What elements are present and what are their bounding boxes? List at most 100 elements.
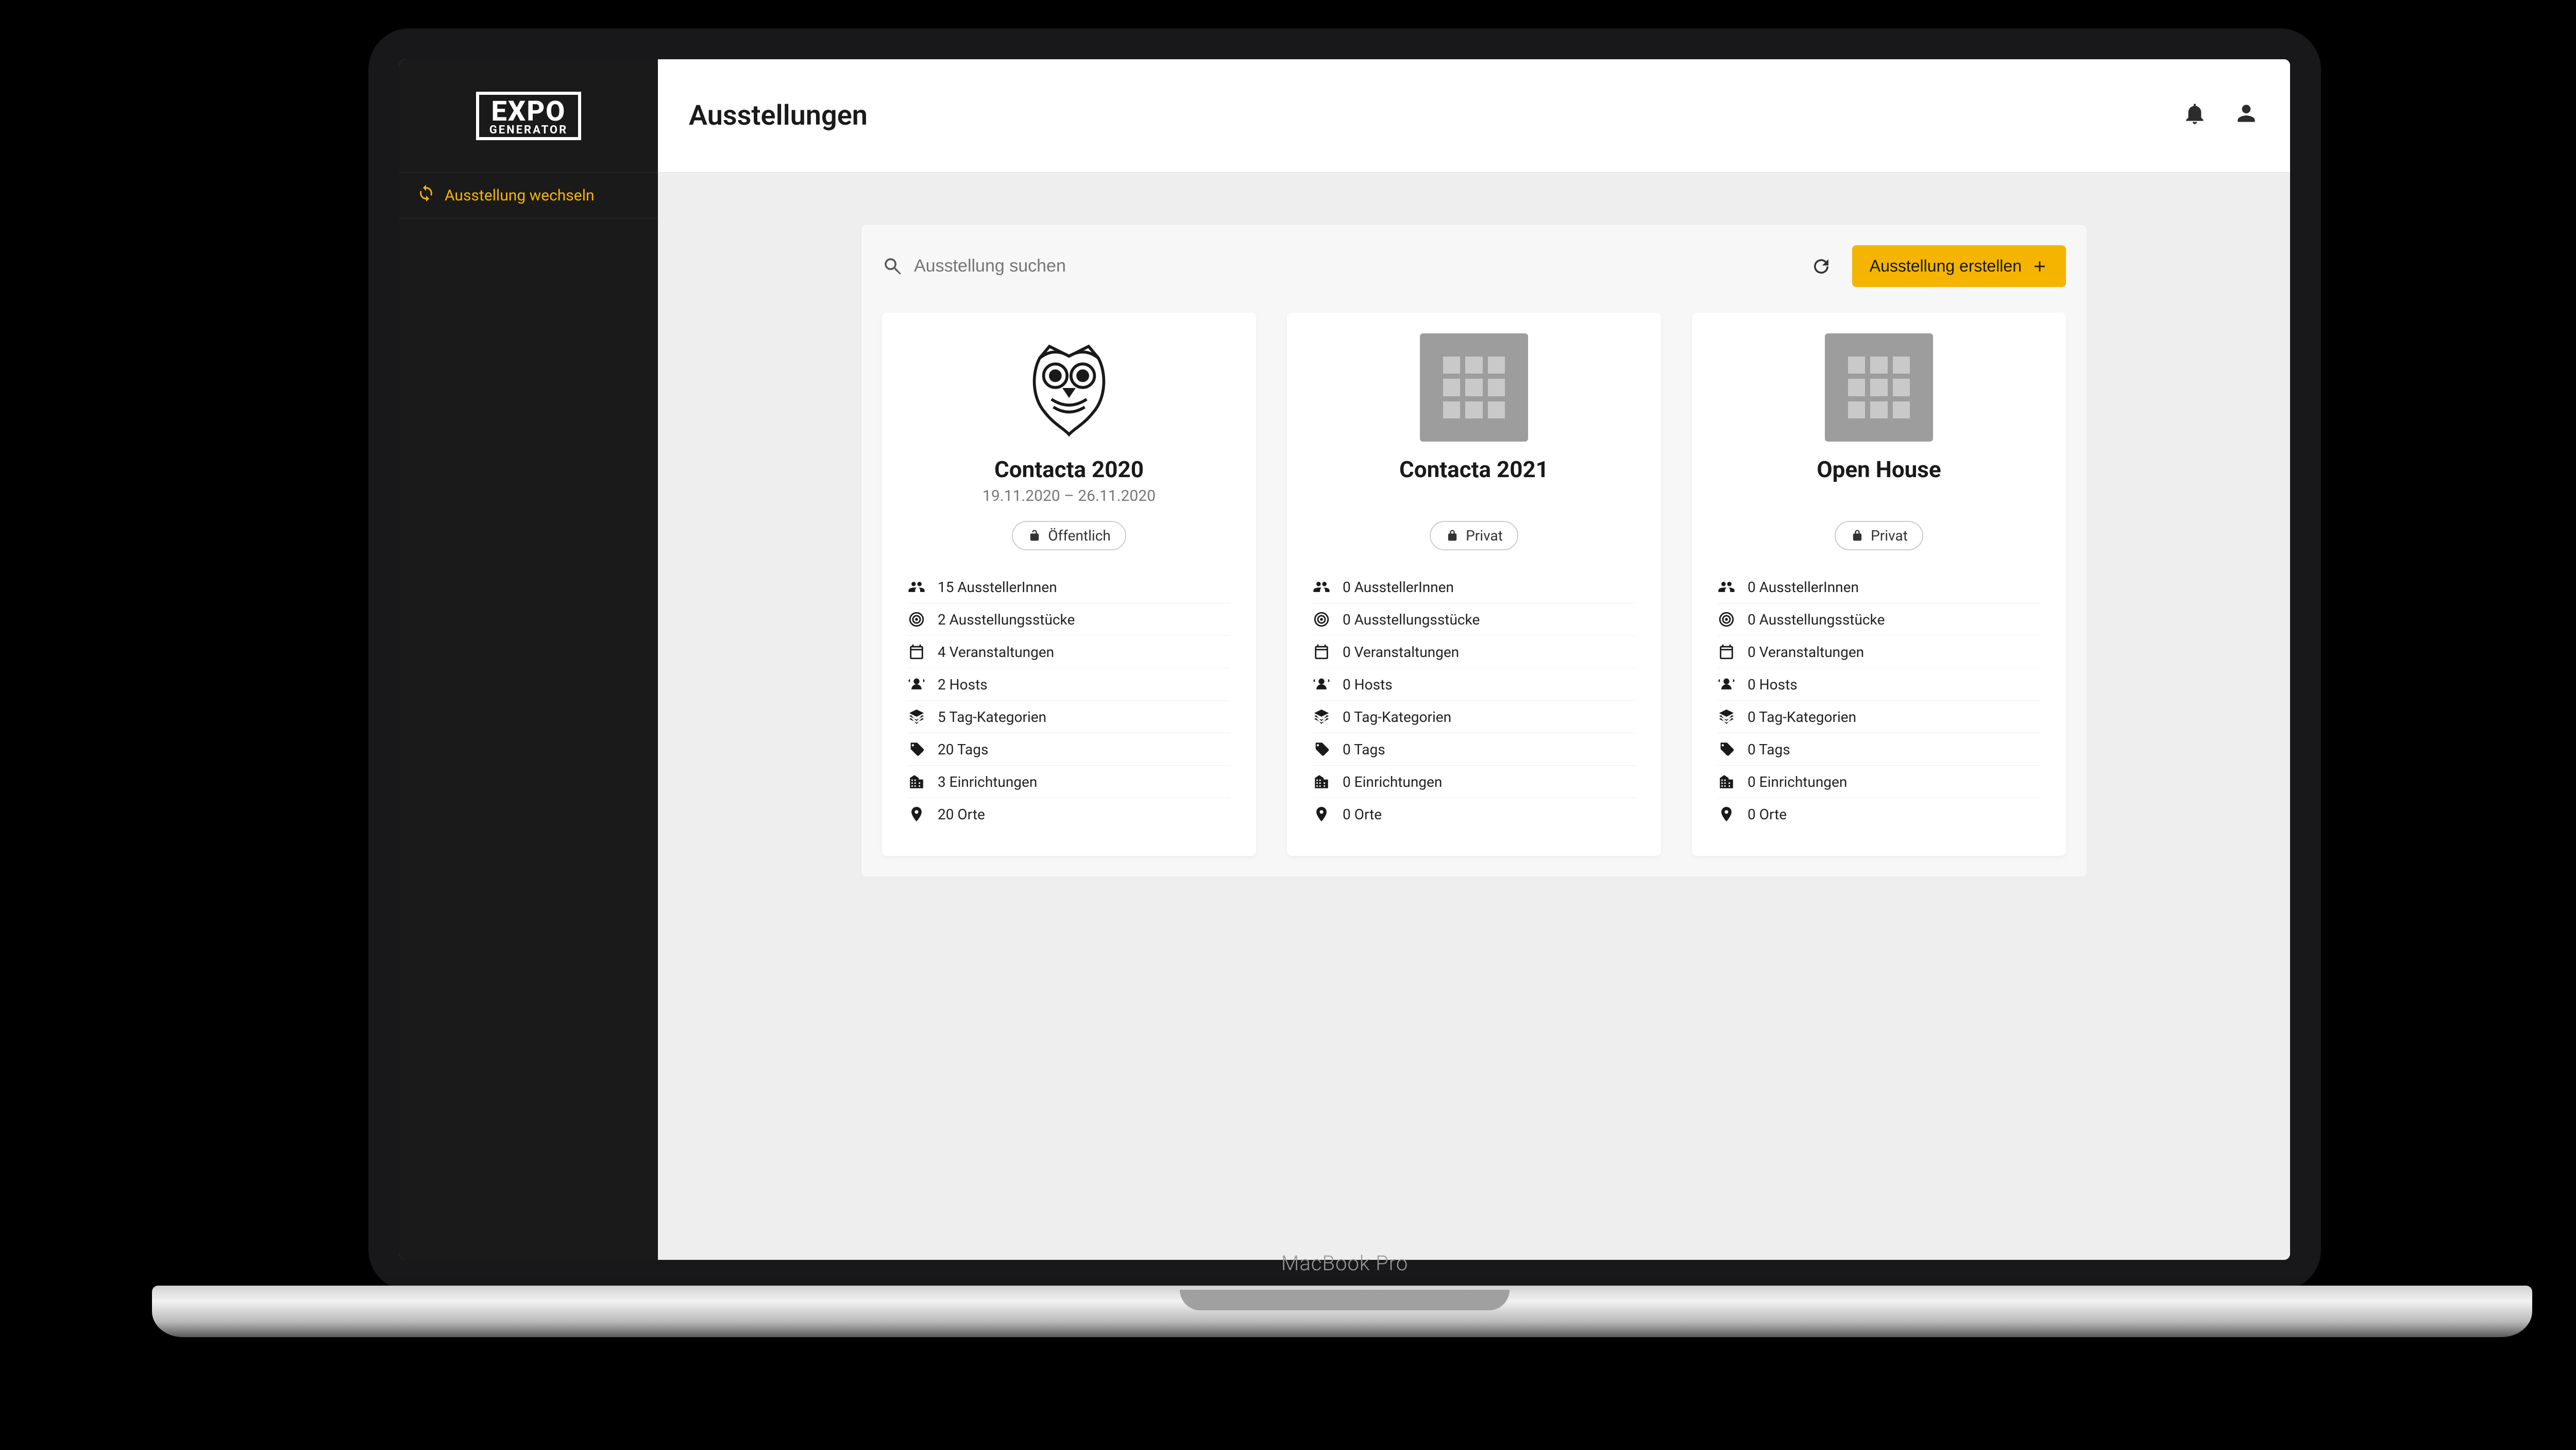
layers-icon [1718, 708, 1735, 726]
visibility-chip[interactable]: Öffentlich [1012, 521, 1126, 550]
host-icon [908, 676, 925, 693]
search-field[interactable] [882, 256, 1790, 277]
people-icon [1313, 578, 1330, 596]
sidebar: EXPO GENERATOR Ausstellung wechseln [399, 59, 658, 1260]
stat-tag-categories: 0 Tag-Kategorien [1718, 701, 2040, 733]
stat-items: 0 Ausstellungsstücke [1718, 603, 2040, 636]
layers-icon [1313, 708, 1330, 726]
logo: EXPO GENERATOR [399, 59, 658, 173]
visibility-label: Öffentlich [1048, 527, 1111, 544]
exhibition-dates [1718, 487, 2040, 507]
pin-icon [1718, 805, 1735, 823]
stat-hosts: 2 Hosts [908, 668, 1230, 701]
target-icon [1718, 611, 1735, 628]
user-icon [2233, 100, 2259, 126]
search-input[interactable] [914, 256, 1790, 276]
pin-icon [908, 805, 925, 823]
exhibition-card[interactable]: Open House Privat 0 AusstellerInnen 0 Au… [1692, 313, 2066, 856]
people-icon [1718, 578, 1735, 596]
stat-places: 0 Orte [1718, 798, 2040, 830]
create-exhibition-button[interactable]: Ausstellung erstellen [1852, 245, 2066, 287]
account-button[interactable] [2233, 100, 2259, 131]
sidebar-item-switch-exhibition[interactable]: Ausstellung wechseln [399, 173, 658, 218]
layers-icon [908, 708, 925, 726]
stat-events: 4 Veranstaltungen [908, 636, 1230, 668]
exhibition-title: Contacta 2021 [1313, 456, 1635, 483]
exhibitions-panel: Ausstellung erstellen [861, 224, 2087, 877]
refresh-button[interactable] [1806, 251, 1837, 282]
refresh-icon [1810, 256, 1832, 277]
exhibition-title: Open House [1718, 456, 2040, 483]
main: Ausstellungen [658, 59, 2290, 1260]
stat-events: 0 Veranstaltungen [1313, 636, 1635, 668]
page-body: Ausstellung erstellen [658, 173, 2290, 1260]
stat-items: 0 Ausstellungsstücke [1313, 603, 1635, 636]
calendar-icon [1718, 643, 1735, 661]
stat-tags: 20 Tags [908, 733, 1230, 766]
page-title: Ausstellungen [689, 99, 868, 132]
app-root: EXPO GENERATOR Ausstellung wechseln Auss… [399, 59, 2290, 1260]
tag-icon [908, 740, 925, 758]
tag-icon [1313, 740, 1330, 758]
device-brand: MacBook Pro [1281, 1251, 1409, 1275]
stat-tag-categories: 0 Tag-Kategorien [1313, 701, 1635, 733]
laptop-device: EXPO GENERATOR Ausstellung wechseln Auss… [368, 28, 2321, 1368]
calendar-icon [1313, 643, 1330, 661]
stat-tag-categories: 5 Tag-Kategorien [908, 701, 1230, 733]
laptop-notch [1180, 1290, 1510, 1310]
pin-icon [1313, 805, 1330, 823]
stat-items: 2 Ausstellungsstücke [908, 603, 1230, 636]
exhibition-title: Contacta 2020 [908, 456, 1230, 483]
exhibition-card[interactable]: Contacta 2020 19.11.2020 – 26.11.2020 Öf… [882, 313, 1256, 856]
stat-exhibitors: 0 AusstellerInnen [1718, 571, 2040, 603]
sidebar-item-label: Ausstellung wechseln [445, 187, 595, 205]
exhibition-stats: 0 AusstellerInnen 0 Ausstellungsstücke 0… [1313, 571, 1635, 830]
notifications-button[interactable] [2182, 100, 2208, 131]
placeholder-icon [1420, 333, 1528, 442]
stat-exhibitors: 15 AusstellerInnen [908, 571, 1230, 603]
stat-orgs: 3 Einrichtungen [908, 766, 1230, 798]
stat-hosts: 0 Hosts [1718, 668, 2040, 701]
exhibition-thumb [1313, 333, 1635, 442]
stat-hosts: 0 Hosts [1313, 668, 1635, 701]
stat-orgs: 0 Einrichtungen [1313, 766, 1635, 798]
topbar-actions [2182, 100, 2259, 131]
building-icon [908, 773, 925, 790]
exhibition-card[interactable]: Contacta 2021 Privat 0 AusstellerInnen 0… [1287, 313, 1661, 856]
stat-events: 0 Veranstaltungen [1718, 636, 2040, 668]
unlock-icon [1027, 529, 1042, 543]
visibility-chip[interactable]: Privat [1430, 521, 1518, 550]
exhibition-stats: 15 AusstellerInnen 2 Ausstellungsstücke … [908, 571, 1230, 830]
lock-icon [1445, 529, 1460, 543]
visibility-label: Privat [1871, 527, 1908, 544]
placeholder-icon [1825, 333, 1933, 442]
host-icon [1718, 676, 1735, 693]
plus-icon [2031, 258, 2048, 275]
topbar: Ausstellungen [658, 59, 2290, 173]
exhibition-thumb [1718, 333, 2040, 442]
logo-bottom: GENERATOR [489, 125, 568, 136]
exhibition-stats: 0 AusstellerInnen 0 Ausstellungsstücke 0… [1718, 571, 2040, 830]
lock-icon [1850, 529, 1865, 543]
calendar-icon [908, 643, 925, 661]
target-icon [908, 611, 925, 628]
stat-places: 20 Orte [908, 798, 1230, 830]
visibility-chip[interactable]: Privat [1835, 521, 1923, 550]
tag-icon [1718, 740, 1735, 758]
laptop-screen: EXPO GENERATOR Ausstellung wechseln Auss… [399, 59, 2290, 1260]
building-icon [1718, 773, 1735, 790]
owl-icon [1020, 339, 1118, 436]
people-icon [908, 578, 925, 596]
host-icon [1313, 676, 1330, 693]
stat-orgs: 0 Einrichtungen [1718, 766, 2040, 798]
laptop-lid: EXPO GENERATOR Ausstellung wechseln Auss… [368, 28, 2321, 1291]
building-icon [1313, 773, 1330, 790]
exhibition-dates: 19.11.2020 – 26.11.2020 [908, 487, 1230, 507]
logo-top: EXPO [489, 98, 568, 126]
stat-tags: 0 Tags [1313, 733, 1635, 766]
target-icon [1313, 611, 1330, 628]
stat-tags: 0 Tags [1718, 733, 2040, 766]
bell-icon [2182, 100, 2208, 126]
create-button-label: Ausstellung erstellen [1870, 257, 2022, 276]
stat-places: 0 Orte [1313, 798, 1635, 830]
